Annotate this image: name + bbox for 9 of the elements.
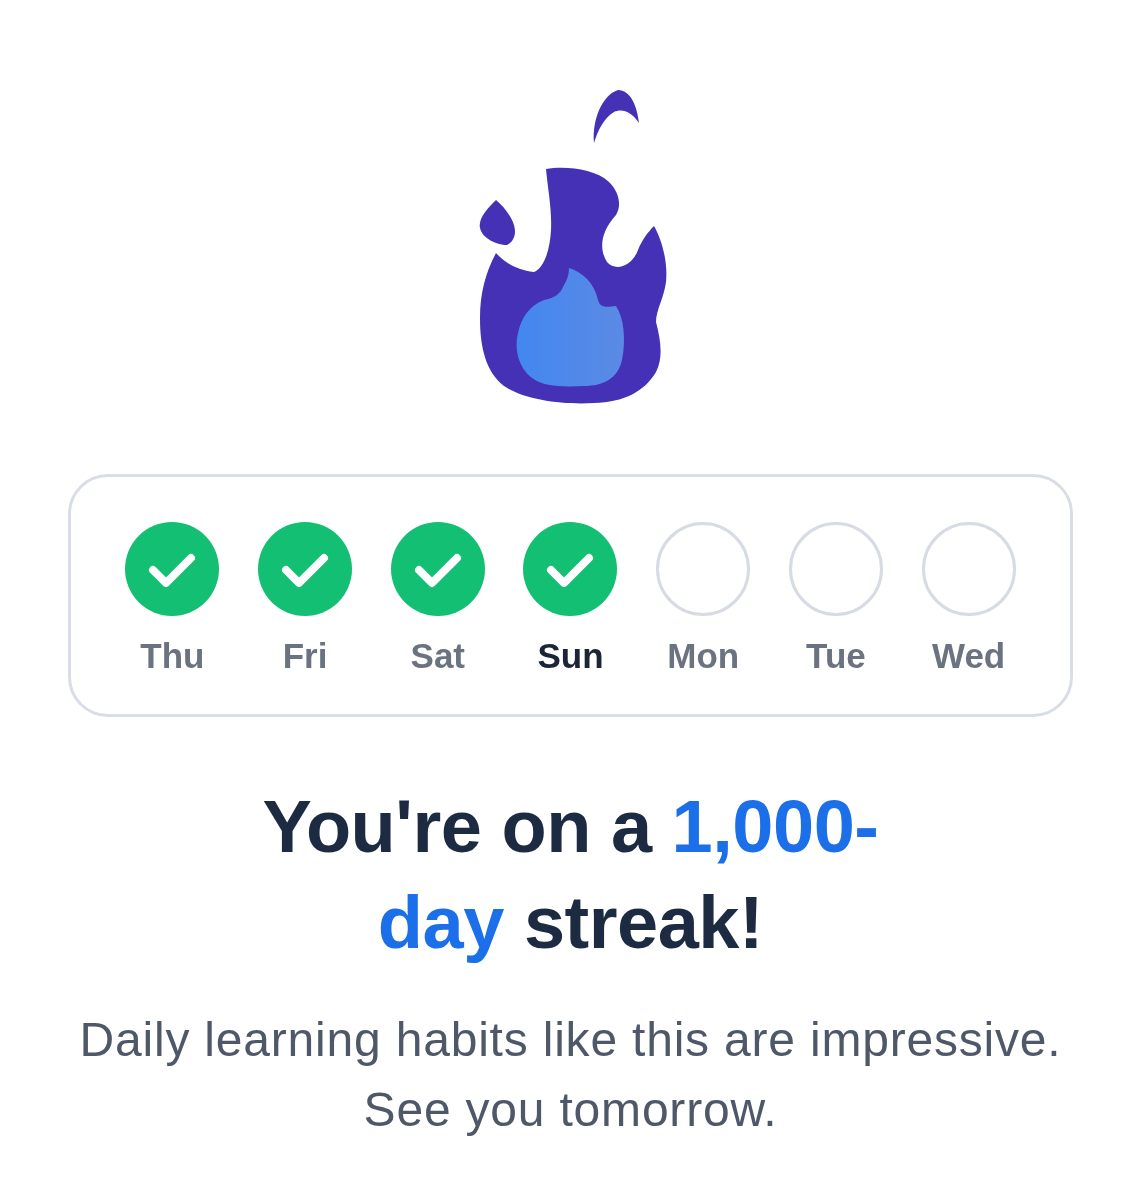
day-label: Mon <box>667 636 740 676</box>
day-label: Fri <box>282 636 328 676</box>
day-label: Sun <box>537 636 604 676</box>
day-label: Sat <box>410 636 465 676</box>
day-label: Wed <box>932 636 1006 676</box>
encouragement-message: Daily learning habits like this are impressive. See you tomorrow. <box>78 1012 1063 1138</box>
day-label: Tue <box>806 636 866 676</box>
day-label: Thu <box>140 636 205 676</box>
streak-headline: You're on a 1,000-day streak! <box>261 784 880 966</box>
